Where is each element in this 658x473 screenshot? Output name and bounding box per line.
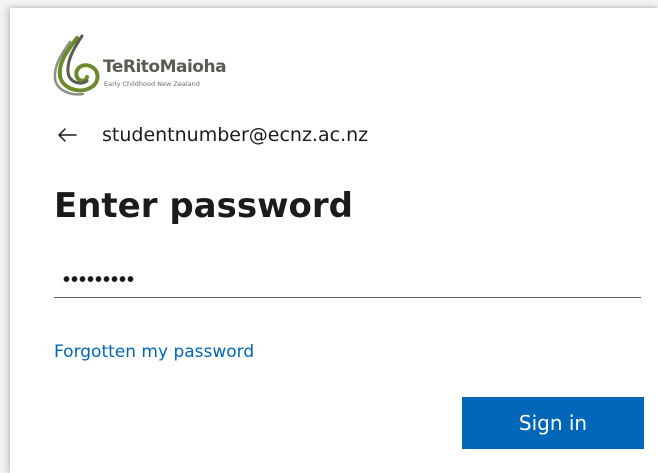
- brand-logo: TeRitoMaioha Early Childhood New Zealand: [50, 34, 270, 96]
- forgot-password-link[interactable]: Forgotten my password: [54, 342, 254, 362]
- page-title: Enter password: [54, 186, 353, 226]
- identity-email: studentnumber@ecnz.ac.nz: [102, 124, 369, 146]
- back-arrow-icon[interactable]: [56, 125, 78, 145]
- sign-in-button[interactable]: Sign in: [462, 397, 644, 449]
- flax-koru-logo-icon: [53, 34, 100, 96]
- password-field[interactable]: [54, 264, 641, 298]
- sign-in-card: TeRitoMaioha Early Childhood New Zealand…: [10, 8, 658, 473]
- brand-name: TeRitoMaioha: [103, 57, 227, 77]
- brand-tagline: Early Childhood New Zealand: [104, 80, 200, 88]
- identity-banner: studentnumber@ecnz.ac.nz: [56, 120, 368, 150]
